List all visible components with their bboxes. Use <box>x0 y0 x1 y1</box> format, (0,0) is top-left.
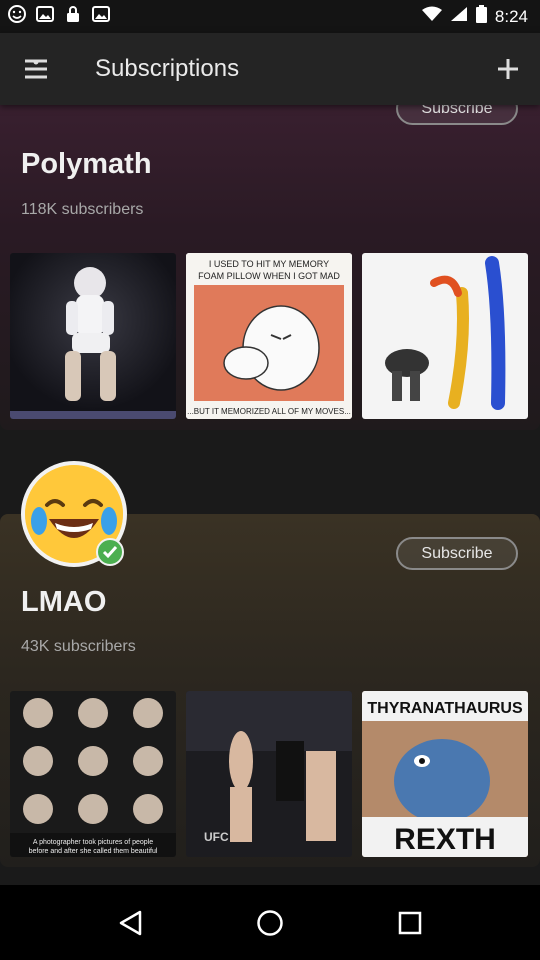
wifi-icon <box>421 6 442 27</box>
svg-text:FOAM PILLOW WHEN I GOT MAD: FOAM PILLOW WHEN I GOT MAD <box>198 271 340 281</box>
thumbnail-row: A photographer took pictures of people b… <box>10 691 530 857</box>
subscribe-button[interactable]: Subscribe <box>396 537 518 570</box>
channel-card-polymath[interactable]: Subscribe Polymath 118K subscribers I US… <box>0 105 540 430</box>
plus-icon[interactable] <box>486 47 530 91</box>
recents-square-icon[interactable] <box>380 893 440 953</box>
post-thumbnail[interactable]: I USED TO HIT MY MEMORY FOAM PILLOW WHEN… <box>186 253 352 419</box>
subscriber-count: 43K subscribers <box>21 638 136 655</box>
svg-text:...BUT IT MEMORIZED ALL OF MY: ...BUT IT MEMORIZED ALL OF MY MOVES... <box>187 407 351 416</box>
svg-text:UFC: UFC <box>204 830 229 844</box>
status-time: 8:24 <box>494 6 528 26</box>
post-thumbnail[interactable] <box>10 253 176 419</box>
post-thumbnail[interactable]: A photographer took pictures of people b… <box>10 691 176 857</box>
svg-text:THYRANATHAURUS: THYRANATHAURUS <box>367 700 523 717</box>
lock-icon <box>64 5 82 23</box>
svg-text:REXTH: REXTH <box>394 823 496 856</box>
emoji-icon <box>8 5 26 23</box>
image-icon <box>36 5 54 23</box>
verified-badge-icon <box>96 538 124 566</box>
back-triangle-icon[interactable] <box>100 893 160 953</box>
channel-name[interactable]: LMAO <box>21 586 106 619</box>
channel-name[interactable]: Polymath <box>21 148 152 181</box>
page-title: Subscriptions <box>95 55 240 82</box>
svg-text:before and after she called th: before and after she called them beautif… <box>29 848 158 855</box>
subscriptions-list[interactable]: Subscribe Polymath 118K subscribers I US… <box>0 105 540 885</box>
status-bar: 8:24 <box>0 0 540 33</box>
battery-icon <box>475 5 487 28</box>
subscribe-button[interactable]: Subscribe <box>396 105 518 125</box>
channel-card-lmao[interactable]: Subscribe LMAO 43K subscribers A photogr… <box>0 461 540 867</box>
app-bar: Subscriptions <box>0 33 540 105</box>
post-thumbnail[interactable]: UFC <box>186 691 352 857</box>
thumbnail-row: I USED TO HIT MY MEMORY FOAM PILLOW WHEN… <box>10 253 530 419</box>
hamburger-menu-icon[interactable] <box>14 47 58 91</box>
home-circle-icon[interactable] <box>240 893 300 953</box>
post-thumbnail[interactable]: THYRANATHAURUS REXTH <box>362 691 528 857</box>
subscriber-count: 118K subscribers <box>21 201 144 218</box>
post-thumbnail[interactable] <box>362 253 528 419</box>
signal-icon <box>450 6 468 27</box>
svg-text:I USED TO HIT MY MEMORY: I USED TO HIT MY MEMORY <box>209 259 329 269</box>
system-nav-bar <box>0 885 540 960</box>
image-icon <box>92 5 110 23</box>
svg-text:A photographer took pictures o: A photographer took pictures of people <box>33 839 153 846</box>
